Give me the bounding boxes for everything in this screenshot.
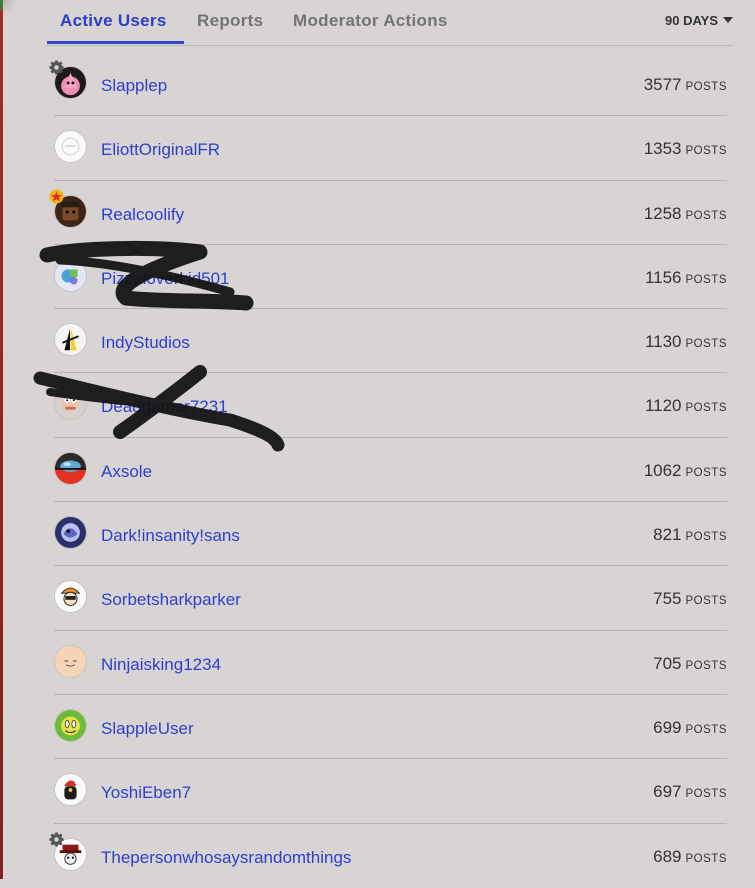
post-count: 1258 POSTS (644, 204, 727, 224)
post-count-unit: POSTS (685, 81, 727, 93)
post-count-unit: POSTS (685, 659, 727, 672)
post-count-unit: POSTS (685, 723, 727, 736)
username-link[interactable]: Dark!insanity!sans (101, 526, 240, 546)
post-count-value: 3577 (643, 75, 682, 94)
post-count: 1062 POSTS (644, 461, 727, 481)
page-edge-strip (0, 0, 3, 879)
post-count-value: 755 (653, 589, 682, 609)
post-count-unit: POSTS (685, 852, 727, 865)
period-dropdown[interactable]: 90 DAYS (665, 13, 733, 28)
post-count-value: 1120 (644, 396, 682, 416)
active-tab-indicator (47, 41, 184, 44)
post-count-value: 699 (653, 717, 682, 737)
list-item: Dark!insanity!sans 821 POSTS (54, 502, 727, 567)
post-count: 1120 POSTS (645, 396, 727, 416)
avatar[interactable] (54, 773, 87, 807)
post-count-unit: POSTS (685, 273, 727, 286)
post-count: 699 POSTS (653, 718, 727, 738)
list-item: Realcoolify 1258 POSTS (49, 181, 727, 245)
tab-reports[interactable]: Reports (197, 11, 263, 31)
post-count-value: 821 (653, 525, 682, 545)
username-link[interactable]: Ninjaisking1234 (101, 655, 221, 675)
post-count-unit: POSTS (685, 402, 727, 415)
avatar[interactable] (54, 708, 87, 742)
list-item: YoshiEben7 697 POSTS (54, 759, 727, 824)
tab-active-users[interactable]: Active Users (60, 11, 167, 31)
username-link[interactable]: EliottOriginalFR (101, 140, 220, 160)
post-count: 697 POSTS (653, 782, 727, 802)
post-count-value: 1062 (643, 460, 682, 480)
avatar[interactable] (54, 323, 87, 357)
username-link[interactable]: Deadgamer7231 (101, 397, 228, 417)
gear-icon (49, 60, 64, 75)
avatar[interactable] (54, 451, 87, 485)
post-count-unit: POSTS (685, 338, 727, 351)
post-count: 755 POSTS (653, 589, 727, 609)
list-item: Ninjaisking1234 705 POSTS (54, 631, 727, 695)
post-count-unit: POSTS (685, 466, 727, 479)
post-count-value: 689 (653, 846, 682, 866)
avatar[interactable] (54, 387, 87, 421)
post-count: 1156 POSTS (645, 268, 727, 288)
post-count-value: 1130 (644, 332, 682, 352)
username-link[interactable]: Slapplep (101, 76, 167, 96)
avatar[interactable] (54, 130, 87, 164)
gear-icon (49, 832, 64, 847)
post-count: 689 POSTS (653, 847, 727, 867)
list-item: Deadgamer7231 1120 POSTS (54, 373, 727, 438)
username-link[interactable]: IndyStudios (101, 333, 190, 353)
post-count: 705 POSTS (653, 654, 727, 674)
star-icon (49, 189, 64, 204)
active-users-list: Slapplep 3577 POSTS EliottOriginalFR 1353… (49, 52, 727, 888)
post-count-unit: POSTS (685, 788, 727, 801)
username-link[interactable]: SlappleUser (101, 719, 194, 739)
post-count-value: 705 (653, 653, 682, 673)
post-count-unit: POSTS (685, 595, 727, 608)
post-count: 1130 POSTS (645, 332, 727, 352)
corner-shadow (3, 0, 19, 16)
list-item: Sorbetsharkparker 755 POSTS (54, 566, 727, 631)
tab-bar: Active Users Reports Moderator Actions 9… (47, 0, 733, 46)
avatar[interactable] (54, 644, 87, 678)
post-count: 3577 POSTS (644, 75, 727, 95)
list-item: Pizzaloverkid501 1156 POSTS (54, 245, 727, 310)
post-count-unit: POSTS (685, 531, 727, 544)
list-item: SlappleUser 699 POSTS (54, 695, 727, 760)
post-count-value: 1156 (644, 267, 682, 287)
caret-down-icon (723, 17, 733, 23)
username-link[interactable]: Realcoolify (101, 205, 184, 225)
period-label: 90 DAYS (665, 13, 718, 28)
username-link[interactable]: Sorbetsharkparker (101, 590, 241, 610)
avatar[interactable] (54, 516, 87, 550)
username-link[interactable]: YoshiEben7 (101, 783, 191, 803)
post-count-value: 1353 (643, 139, 682, 159)
list-item: IndyStudios 1130 POSTS (54, 309, 727, 374)
list-item: Axsole 1062 POSTS (54, 438, 727, 503)
username-link[interactable]: Axsole (101, 462, 152, 482)
post-count-unit: POSTS (685, 145, 727, 158)
username-link[interactable]: Thepersonwhosaysrandomthings (101, 848, 351, 868)
list-item: Slapplep 3577 POSTS (49, 52, 727, 117)
post-count: 1353 POSTS (644, 139, 727, 159)
post-count-value: 697 (653, 782, 682, 802)
list-item: Thepersonwhosaysrandomthings 689 POSTS (49, 824, 727, 888)
post-count-value: 1258 (643, 203, 682, 223)
list-item: EliottOriginalFR 1353 POSTS (54, 116, 727, 181)
post-count-unit: POSTS (685, 209, 727, 222)
avatar[interactable] (54, 258, 87, 292)
avatar[interactable] (54, 580, 87, 614)
username-link[interactable]: Pizzaloverkid501 (101, 269, 230, 289)
tab-moderator-actions[interactable]: Moderator Actions (293, 11, 448, 31)
post-count: 821 POSTS (653, 525, 727, 545)
